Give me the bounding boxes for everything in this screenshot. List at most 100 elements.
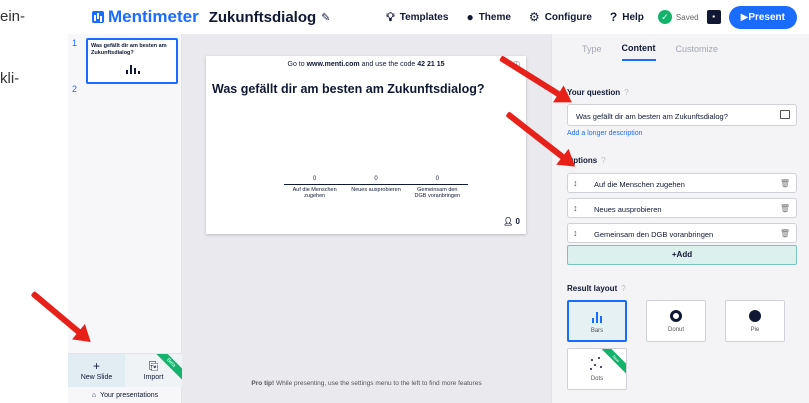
goto-middle: and use the code bbox=[361, 61, 416, 68]
document-fragment: ein- kli- bbox=[0, 0, 68, 403]
help-icon[interactable]: ? bbox=[621, 284, 625, 293]
trash-icon[interactable]: 🗑︎ bbox=[780, 179, 790, 188]
layout-dots[interactable]: Dots New bbox=[567, 348, 627, 390]
new-slide-label: New Slide bbox=[80, 374, 113, 381]
layout-name: Bars bbox=[590, 328, 604, 334]
tab-type[interactable]: Type bbox=[582, 38, 602, 60]
option-text: Auf die Menschen zugehen bbox=[594, 180, 685, 189]
pie-icon bbox=[749, 310, 761, 322]
templates-button[interactable]: 💡︎ Templates bbox=[386, 10, 448, 25]
chart-column: 0 Neues ausprobieren bbox=[351, 176, 401, 193]
slide-question: Was gefällt dir am besten am Zukunftsdia… bbox=[212, 82, 485, 96]
doc-text-line: ein- bbox=[0, 8, 26, 25]
slide-number: 1 bbox=[72, 38, 78, 48]
dots-icon bbox=[590, 357, 604, 371]
question-icon: ? bbox=[609, 10, 618, 24]
join-instructions: Go to www.menti.com and use the code 42 … bbox=[206, 61, 526, 68]
pro-tip: Pro tip! While presenting, use the setti… bbox=[182, 380, 551, 387]
panel-tabs: Type Content Customize bbox=[552, 34, 809, 64]
configure-button[interactable]: ⚙ Configure bbox=[529, 10, 592, 24]
tab-customize[interactable]: Customize bbox=[676, 38, 719, 60]
top-nav: 💡︎ Templates ● Theme ⚙ Configure ? Help ✓ Sav… bbox=[368, 5, 809, 29]
help-button[interactable]: ? Help bbox=[610, 10, 644, 24]
drag-handle-icon[interactable]: ↕ bbox=[573, 228, 578, 238]
option-text: Gemeinsam den DGB voranbringen bbox=[594, 230, 714, 239]
new-slide-button[interactable]: + New Slide bbox=[68, 354, 125, 387]
pencil-icon[interactable]: ✎ bbox=[321, 11, 330, 24]
drag-handle-icon[interactable]: ↕ bbox=[573, 203, 578, 213]
editor-panel: Type Content Customize Your question? Wa… bbox=[551, 34, 809, 403]
configure-label: Configure bbox=[544, 11, 592, 23]
trash-icon[interactable]: 🗑︎ bbox=[780, 229, 790, 238]
audience-count: 0 bbox=[515, 217, 520, 226]
chart-category-label: Gemeinsam den DGB voranbringen bbox=[414, 187, 461, 199]
goto-url: www.menti.com bbox=[306, 61, 360, 68]
saved-label: Saved bbox=[675, 12, 699, 22]
present-label: Present bbox=[748, 11, 785, 23]
add-option-button[interactable]: +Add bbox=[567, 245, 797, 265]
results-bar-chart: 0 Auf die Menschen zugehen 0 Neues ausprobi… bbox=[284, 176, 468, 226]
gear-icon: ⚙ bbox=[528, 10, 540, 24]
add-description-link[interactable]: Add a longer description bbox=[567, 130, 643, 137]
presentation-title[interactable]: Zukunftsdialog bbox=[209, 9, 317, 26]
droplet-icon: ● bbox=[466, 10, 474, 24]
import-icon: ⎘ bbox=[148, 359, 159, 373]
chart-column: 0 Auf die Menschen zugehen bbox=[290, 176, 340, 199]
slide-number: 2 bbox=[72, 84, 78, 94]
chart-value-label: 0 bbox=[435, 176, 439, 182]
layout-donut[interactable]: Donut bbox=[646, 300, 706, 342]
saved-status: ✓ Saved bbox=[657, 10, 699, 24]
option-text: Neues ausprobieren bbox=[594, 205, 662, 214]
help-icon[interactable]: ? bbox=[624, 88, 628, 97]
chart-category-label: Auf die Menschen zugehen bbox=[292, 187, 337, 199]
present-button[interactable]: ▶Present bbox=[728, 5, 797, 29]
bars-icon bbox=[591, 311, 603, 323]
drag-handle-icon[interactable]: ↕ bbox=[573, 178, 578, 188]
import-button[interactable]: ⎘ Import Beta bbox=[125, 354, 182, 387]
brand-logo[interactable]: Mentimeter bbox=[92, 7, 199, 27]
layout-name: Dots bbox=[590, 376, 604, 382]
donut-icon bbox=[670, 310, 682, 322]
check-icon: ✓ bbox=[657, 10, 672, 24]
image-icon[interactable] bbox=[780, 110, 790, 119]
app-root: ein- kli- Mentimeter Zukunftsdialog ✎ 💡︎… bbox=[0, 0, 809, 403]
tab-content[interactable]: Content bbox=[621, 37, 656, 61]
brand-name: Mentimeter bbox=[108, 7, 199, 26]
trash-icon[interactable]: 🗑︎ bbox=[780, 204, 790, 213]
question-input[interactable]: Was gefällt dir am besten am Zukunftsdia… bbox=[567, 104, 797, 126]
option-field[interactable]: ↕ Auf die Menschen zugehen 🗑︎ bbox=[567, 173, 797, 193]
audience-counter: 👤︎ 0 bbox=[503, 217, 520, 226]
lightbulb-icon: 💡︎ bbox=[386, 9, 395, 24]
slide-canvas: Go to www.menti.com and use the code 42 … bbox=[182, 34, 551, 403]
top-bar: Mentimeter Zukunftsdialog ✎ 💡︎ Templates … bbox=[68, 0, 809, 34]
help-icon[interactable]: ? bbox=[601, 156, 605, 165]
layout-name: Donut bbox=[667, 327, 684, 333]
home-icon: ⌂ bbox=[91, 391, 97, 399]
result-layout-label: Result layout? bbox=[567, 284, 626, 293]
layout-bars[interactable]: Bars bbox=[567, 300, 627, 342]
thumbnail-title: Was gefällt dir am besten am Zukunftsdia… bbox=[91, 43, 167, 56]
question-input-value: Was gefällt dir am besten am Zukunftsdia… bbox=[576, 112, 728, 121]
templates-label: Templates bbox=[399, 11, 449, 23]
option-field[interactable]: ↕ Neues ausprobieren 🗑︎ bbox=[567, 198, 797, 218]
option-field[interactable]: ↕ Gemeinsam den DGB voranbringen 🗑︎ bbox=[567, 223, 797, 243]
your-presentations-link[interactable]: ⌂ Your presentations bbox=[68, 387, 182, 403]
add-label: Add bbox=[676, 250, 693, 259]
logo-icon bbox=[92, 11, 104, 23]
bar-chart-icon bbox=[126, 64, 140, 74]
plus-icon: + bbox=[92, 359, 100, 373]
slide-thumbnail-item[interactable]: 1 Was gefällt dir am besten am Zukunftsd… bbox=[72, 38, 178, 94]
slide-preview[interactable]: Go to www.menti.com and use the code 42 … bbox=[206, 56, 526, 234]
goto-prefix: Go to bbox=[287, 61, 305, 68]
layout-name: Pie bbox=[750, 327, 760, 333]
layout-pie[interactable]: Pie bbox=[725, 300, 785, 342]
your-presentations-label: Your presentations bbox=[100, 391, 159, 399]
protip-text: While presenting, use the settings menu … bbox=[275, 380, 482, 387]
preview-icon[interactable]: ▪ bbox=[706, 10, 721, 24]
chart-column: 0 Gemeinsam den DGB voranbringen bbox=[412, 176, 462, 199]
person-icon: 👤︎ bbox=[503, 217, 514, 226]
theme-label: Theme bbox=[478, 11, 511, 23]
slide-thumbnail[interactable]: Was gefällt dir am besten am Zukunftsdia… bbox=[86, 38, 178, 84]
theme-button[interactable]: ● Theme bbox=[466, 10, 510, 24]
chart-value-label: 0 bbox=[312, 176, 317, 182]
